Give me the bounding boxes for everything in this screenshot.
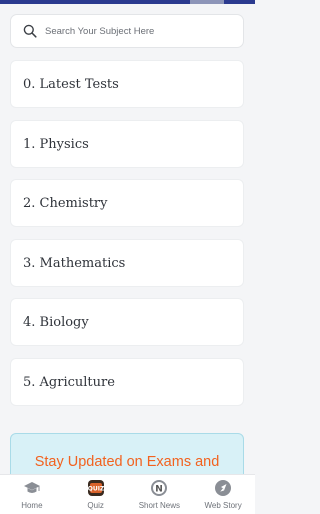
subject-card-physics[interactable]: 1. Physics <box>10 120 244 168</box>
nav-home[interactable]: Home <box>0 475 64 514</box>
subject-label: 1. Physics <box>23 136 89 152</box>
search-box[interactable] <box>10 14 244 48</box>
search-input[interactable] <box>45 25 235 37</box>
subject-label: 4. Biology <box>23 314 89 330</box>
nav-web-story[interactable]: Web Story <box>191 475 255 514</box>
nav-label: Home <box>21 501 43 510</box>
search-icon <box>23 24 37 38</box>
subject-label: 5. Agriculture <box>23 374 115 390</box>
graduation-cap-icon <box>23 479 41 497</box>
nav-label: Short News <box>138 501 181 510</box>
subject-label: 0. Latest Tests <box>23 76 119 92</box>
web-story-icon <box>214 479 232 497</box>
subject-card-biology[interactable]: 4. Biology <box>10 298 244 346</box>
bottom-navigation: Home QUIZ Quiz N Short News Web Story <box>0 474 255 514</box>
top-app-bar <box>0 0 255 4</box>
quiz-icon: QUIZ <box>87 479 105 497</box>
subject-card-chemistry[interactable]: 2. Chemistry <box>10 179 244 227</box>
subject-label: 3. Mathematics <box>23 255 126 271</box>
top-bar-marker <box>190 0 224 4</box>
subject-label: 2. Chemistry <box>23 195 108 211</box>
subject-card-mathematics[interactable]: 3. Mathematics <box>10 239 244 287</box>
svg-text:N: N <box>156 484 164 494</box>
nav-label: Web Story <box>204 501 242 510</box>
banner-text: Stay Updated on Exams and <box>34 454 220 470</box>
nav-short-news[interactable]: N Short News <box>128 475 192 514</box>
subject-card-agriculture[interactable]: 5. Agriculture <box>10 358 244 406</box>
nav-quiz[interactable]: QUIZ Quiz <box>64 475 128 514</box>
nav-label: Quiz <box>87 501 104 510</box>
subject-card-latest-tests[interactable]: 0. Latest Tests <box>10 60 244 108</box>
svg-text:QUIZ: QUIZ <box>87 486 104 493</box>
news-icon: N <box>150 479 168 497</box>
